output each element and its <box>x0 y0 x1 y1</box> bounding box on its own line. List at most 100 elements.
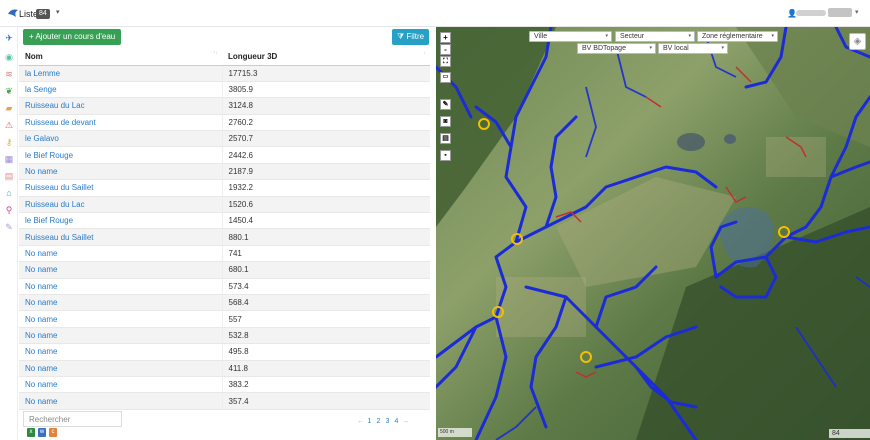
river-name-link[interactable]: No name <box>19 343 222 361</box>
river-length-cell: 1450.4 <box>221 212 430 230</box>
table-row[interactable]: Ruisseau du Saillet 1932.2 <box>19 179 430 197</box>
bv-local-select[interactable]: BV local ▾ <box>658 43 728 54</box>
river-name-link[interactable]: No name <box>19 261 222 279</box>
river-name-link[interactable]: Ruisseau de devant <box>19 114 222 132</box>
table-row[interactable]: No name 741 <box>19 245 430 263</box>
csv-export-icon[interactable]: c <box>49 428 57 437</box>
river-name-link[interactable]: No name <box>19 327 222 345</box>
chevron-down-icon: ▾ <box>688 33 691 39</box>
ruler-icon[interactable]: ✎ <box>3 221 15 233</box>
page-button[interactable]: 3 <box>383 414 392 429</box>
zone-select[interactable]: Zone réglementaire ▾ <box>697 31 778 42</box>
chevron-down-icon[interactable]: ▾ <box>56 8 60 16</box>
logo-icon[interactable] <box>7 8 19 18</box>
table-row[interactable]: la Lemme 17715.3 <box>19 65 430 82</box>
column-header-name[interactable]: Nom ↑↓ <box>19 49 222 66</box>
table-row[interactable]: No name 357.4 <box>19 392 430 410</box>
camera-icon[interactable]: ◙ <box>440 116 451 127</box>
layers-icon[interactable]: ◈ <box>849 33 866 50</box>
page-prev-button[interactable]: ← <box>356 414 365 429</box>
bv-bdtopage-select[interactable]: BV BDTopage ▾ <box>577 43 656 54</box>
waves-icon[interactable]: ≋ <box>3 68 15 80</box>
leaf-icon[interactable]: ❦ <box>3 85 15 97</box>
add-river-button[interactable]: + Ajouter un cours d'eau <box>23 29 122 45</box>
city-select[interactable]: Ville ▾ <box>529 31 612 42</box>
pin-icon[interactable]: ⚲ <box>3 204 15 216</box>
zoom-out-button[interactable]: - <box>440 44 451 55</box>
table-row[interactable]: Ruisseau du Lac 1520.6 <box>19 196 430 214</box>
page-next-button[interactable]: → <box>401 414 410 429</box>
river-length-cell: 3124.8 <box>221 97 430 115</box>
table-row[interactable]: No name 573.4 <box>19 278 430 295</box>
page-button[interactable]: 1 <box>365 414 374 429</box>
search-input[interactable] <box>23 411 122 427</box>
river-name-link[interactable]: No name <box>19 376 222 394</box>
filter-button[interactable]: ⧩ Filtre <box>392 29 430 45</box>
table-row[interactable]: No name 383.2 <box>19 376 430 394</box>
sort-icon[interactable]: ↓ <box>424 50 427 56</box>
river-name-link[interactable]: No name <box>19 294 222 312</box>
print-icon[interactable]: ▤ <box>440 133 451 144</box>
table-row[interactable]: le Bief Rouge 2442.6 <box>19 146 430 164</box>
river-name-link[interactable]: le Bief Rouge <box>19 212 222 230</box>
river-name-link[interactable]: No name <box>19 278 222 295</box>
river-length-cell: 2187.9 <box>221 163 430 181</box>
river-name-link[interactable]: la Lemme <box>19 65 222 82</box>
river-name-link[interactable]: No name <box>19 392 222 410</box>
river-name-link[interactable]: No name <box>19 163 222 181</box>
river-name-link[interactable]: Ruisseau du Saillet <box>19 179 222 197</box>
fullscreen-icon[interactable]: ⛶ <box>440 56 451 67</box>
table-row[interactable]: Ruisseau du Saillet 880.1 <box>19 228 430 246</box>
table-row[interactable]: Ruisseau du Lac 3124.8 <box>19 97 430 115</box>
bridge-icon[interactable]: ⌂ <box>3 187 15 199</box>
map-view[interactable]: Ville ▾ Secteur ▾ Zone réglementaire ▾ BV B… <box>436 27 870 440</box>
river-name-link[interactable]: No name <box>19 310 222 328</box>
count-badge: 84 <box>36 9 50 19</box>
logo-icon[interactable]: ✈ <box>3 32 15 44</box>
key-icon[interactable]: ⚷ <box>3 136 15 148</box>
river-name-link[interactable]: No name <box>19 245 222 263</box>
river-length-cell: 3805.9 <box>221 81 430 99</box>
table-row[interactable]: la Senge 3805.9 <box>19 81 430 99</box>
sector-select[interactable]: Secteur ▾ <box>615 31 695 42</box>
river-name-link[interactable]: la Senge <box>19 81 222 99</box>
column-header-length[interactable]: Longueur 3D ↓ <box>222 49 430 66</box>
sort-icon[interactable]: ↑↓ <box>213 50 218 56</box>
table-row[interactable]: No name 411.8 <box>19 360 430 377</box>
zoom-in-button[interactable]: + <box>440 32 451 43</box>
table-row[interactable]: No name 568.4 <box>19 294 430 312</box>
table-row[interactable]: No name 557 <box>19 310 430 328</box>
chevron-down-icon: ▾ <box>605 33 608 39</box>
user-name-redacted[interactable] <box>796 10 826 16</box>
user-role-chip[interactable] <box>828 8 852 17</box>
draw-icon[interactable]: ✎ <box>440 99 451 110</box>
table-row[interactable]: le Galavo 2570.7 <box>19 130 430 148</box>
page-button[interactable]: 2 <box>374 414 383 429</box>
river-name-link[interactable]: le Galavo <box>19 130 222 148</box>
river-name-link[interactable]: No name <box>19 360 222 377</box>
select-label: BV BDTopage <box>582 45 626 52</box>
river-length-cell: 1932.2 <box>221 179 430 197</box>
folder-icon[interactable]: ▰ <box>3 102 15 114</box>
table-row[interactable]: le Bief Rouge 1450.4 <box>19 212 430 230</box>
river-name-link[interactable]: le Bief Rouge <box>19 146 222 164</box>
river-name-link[interactable]: Ruisseau du Lac <box>19 196 222 214</box>
table-row[interactable]: Ruisseau de devant 2760.2 <box>19 114 430 132</box>
measure-icon[interactable]: ▭ <box>440 72 451 83</box>
table-row[interactable]: No name 532.8 <box>19 327 430 345</box>
river-length-cell: 2760.2 <box>221 114 430 132</box>
table-row[interactable]: No name 2187.9 <box>19 163 430 181</box>
page-button[interactable]: 4 <box>392 414 401 429</box>
grid-icon[interactable]: ▦ <box>3 153 15 165</box>
chevron-down-icon[interactable]: ▾ <box>855 8 859 16</box>
square-icon[interactable]: ▪ <box>440 150 451 161</box>
warning-icon[interactable]: ⚠ <box>3 119 15 131</box>
table-row[interactable]: No name 495.8 <box>19 343 430 361</box>
table-row[interactable]: No name 680.1 <box>19 261 430 279</box>
excel-export-icon[interactable]: x <box>27 428 35 437</box>
doc-export-icon[interactable]: w <box>38 428 46 437</box>
river-name-link[interactable]: Ruisseau du Saillet <box>19 228 222 246</box>
document-icon[interactable]: ▤ <box>3 170 15 182</box>
eye-icon[interactable]: ◉ <box>3 51 15 63</box>
river-name-link[interactable]: Ruisseau du Lac <box>19 97 222 115</box>
